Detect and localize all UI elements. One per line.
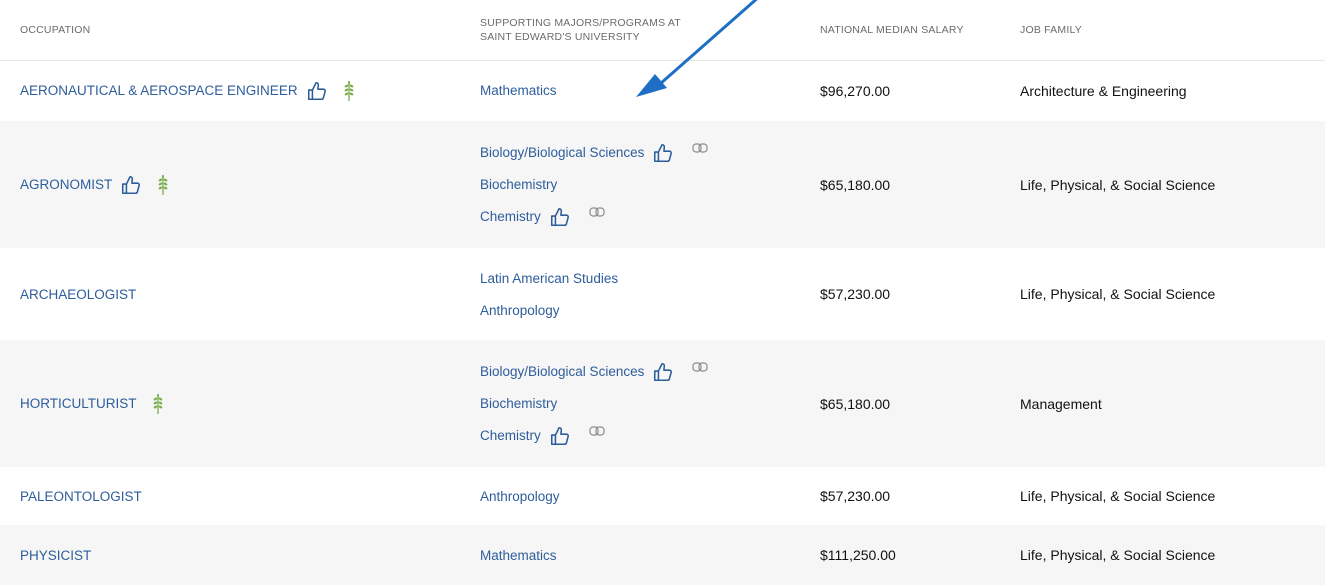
major-item: Anthropology <box>480 480 560 512</box>
link-icon[interactable] <box>692 141 708 155</box>
majors-cell: Mathematics <box>480 525 557 585</box>
job-family-cell: Life, Physical, & Social Science <box>1020 121 1215 248</box>
major-link[interactable]: Chemistry <box>480 428 541 443</box>
major-link[interactable]: Biology/Biological Sciences <box>480 145 644 160</box>
major-item: Biology/Biological Sciences <box>480 356 708 388</box>
major-item: Biochemistry <box>480 388 557 420</box>
link-icon[interactable] <box>692 360 708 374</box>
occupation-link[interactable]: ARCHAEOLOGIST <box>20 287 136 302</box>
header-majors-line2: SAINT EDWARD'S UNIVERSITY <box>480 31 640 43</box>
table-row: HORTICULTURIST Biology/Biological Science… <box>0 340 1325 467</box>
occupation-cell: PHYSICIST <box>20 525 91 585</box>
table-row: AGRONOMIST Biology/Biological Sciences Bio… <box>0 121 1325 248</box>
thumbs-up-icon[interactable] <box>306 80 328 102</box>
major-link[interactable]: Anthropology <box>480 489 560 504</box>
salary-value: $65,180.00 <box>820 176 891 193</box>
occupation-cell: AERONAUTICAL & AEROSPACE ENGINEER <box>20 60 356 121</box>
job-family-value: Life, Physical, & Social Science <box>1020 488 1216 504</box>
occupation-cell: ARCHAEOLOGIST <box>20 248 136 340</box>
salary-value: $96,270.00 <box>820 82 891 99</box>
occupation-link[interactable]: HORTICULTURIST <box>20 396 137 411</box>
salary-cell: $111,250.00 <box>820 525 896 585</box>
major-link[interactable]: Latin American Studies <box>480 271 618 286</box>
job-family-value: Management <box>1020 395 1102 412</box>
major-item: Chemistry <box>480 201 605 233</box>
majors-cell: Latin American Studies Anthropology <box>480 248 618 340</box>
thumbs-up-icon[interactable] <box>549 425 571 447</box>
table-row: PALEONTOLOGIST Anthropology $57,230.00 Life… <box>0 467 1325 525</box>
major-link[interactable]: Chemistry <box>480 209 541 224</box>
job-family-value: Life, Physical, & Social Science <box>1020 547 1216 563</box>
major-item: Biology/Biological Sciences <box>480 137 708 169</box>
major-link[interactable]: Mathematics <box>480 548 557 563</box>
header-occupation: OCCUPATION <box>20 24 91 36</box>
job-family-cell: Life, Physical, & Social Science <box>1020 525 1215 585</box>
major-item: Biochemistry <box>480 169 557 201</box>
major-item: Anthropology <box>480 294 560 326</box>
wheat-icon <box>153 393 162 414</box>
majors-cell: Biology/Biological Sciences Biochemistry C… <box>480 340 708 467</box>
major-item: Mathematics <box>480 539 557 571</box>
salary-value: $57,230.00 <box>820 286 891 302</box>
thumbs-up-icon[interactable] <box>120 174 142 196</box>
salary-value: $65,180.00 <box>820 395 891 412</box>
salary-cell: $57,230.00 <box>820 467 890 525</box>
job-family-cell: Management <box>1020 340 1102 467</box>
header-majors-line1: SUPPORTING MAJORS/PROGRAMS AT <box>480 17 681 29</box>
major-item: Latin American Studies <box>480 262 618 294</box>
occupation-cell: HORTICULTURIST <box>20 340 165 467</box>
salary-value: $57,230.00 <box>820 488 891 504</box>
majors-cell: Mathematics <box>480 60 557 121</box>
table-row: AERONAUTICAL & AEROSPACE ENGINEER Mathema… <box>0 60 1325 121</box>
job-family-value: Architecture & Engineering <box>1020 82 1187 99</box>
job-family-cell: Life, Physical, & Social Science <box>1020 467 1215 525</box>
link-icon[interactable] <box>589 205 605 219</box>
occupation-link[interactable]: AERONAUTICAL & AEROSPACE ENGINEER <box>20 83 298 98</box>
salary-value: $111,250.00 <box>820 547 896 563</box>
salary-cell: $57,230.00 <box>820 248 890 340</box>
salary-cell: $65,180.00 <box>820 340 890 467</box>
occupation-cell: AGRONOMIST <box>20 121 170 248</box>
table-row: ARCHAEOLOGIST Latin American Studies Anthr… <box>0 248 1325 340</box>
header-salary: NATIONAL MEDIAN SALARY <box>820 24 964 36</box>
major-link[interactable]: Biochemistry <box>480 177 557 192</box>
thumbs-up-icon[interactable] <box>652 361 674 383</box>
table-header: OCCUPATION SUPPORTING MAJORS/PROGRAMS AT… <box>0 0 1325 61</box>
wheat-icon <box>344 80 353 101</box>
majors-cell: Anthropology <box>480 467 560 525</box>
occupation-link[interactable]: PHYSICIST <box>20 548 91 563</box>
link-icon[interactable] <box>589 424 605 438</box>
major-item: Mathematics <box>480 75 557 107</box>
thumbs-up-icon[interactable] <box>652 142 674 164</box>
occupation-link[interactable]: AGRONOMIST <box>20 177 112 192</box>
thumbs-up-icon[interactable] <box>549 206 571 228</box>
wheat-icon <box>158 174 168 195</box>
job-family-value: Life, Physical, & Social Science <box>1020 286 1216 302</box>
header-majors: SUPPORTING MAJORS/PROGRAMS AT SAINT EDWA… <box>480 0 740 60</box>
majors-cell: Biology/Biological Sciences Biochemistry C… <box>480 121 708 248</box>
job-family-cell: Architecture & Engineering <box>1020 60 1187 121</box>
occupation-cell: PALEONTOLOGIST <box>20 467 142 525</box>
major-link[interactable]: Mathematics <box>480 83 557 98</box>
table-row: PHYSICIST Mathematics $111,250.00 Life, Phy… <box>0 525 1325 585</box>
major-item: Chemistry <box>480 420 605 452</box>
job-family-cell: Life, Physical, & Social Science <box>1020 248 1215 340</box>
header-job-family: JOB FAMILY <box>1020 24 1082 36</box>
job-family-value: Life, Physical, & Social Science <box>1020 176 1216 193</box>
salary-cell: $96,270.00 <box>820 60 890 121</box>
major-link[interactable]: Biology/Biological Sciences <box>480 364 644 379</box>
salary-cell: $65,180.00 <box>820 121 890 248</box>
occupation-link[interactable]: PALEONTOLOGIST <box>20 489 142 504</box>
major-link[interactable]: Anthropology <box>480 303 560 318</box>
major-link[interactable]: Biochemistry <box>480 396 557 411</box>
